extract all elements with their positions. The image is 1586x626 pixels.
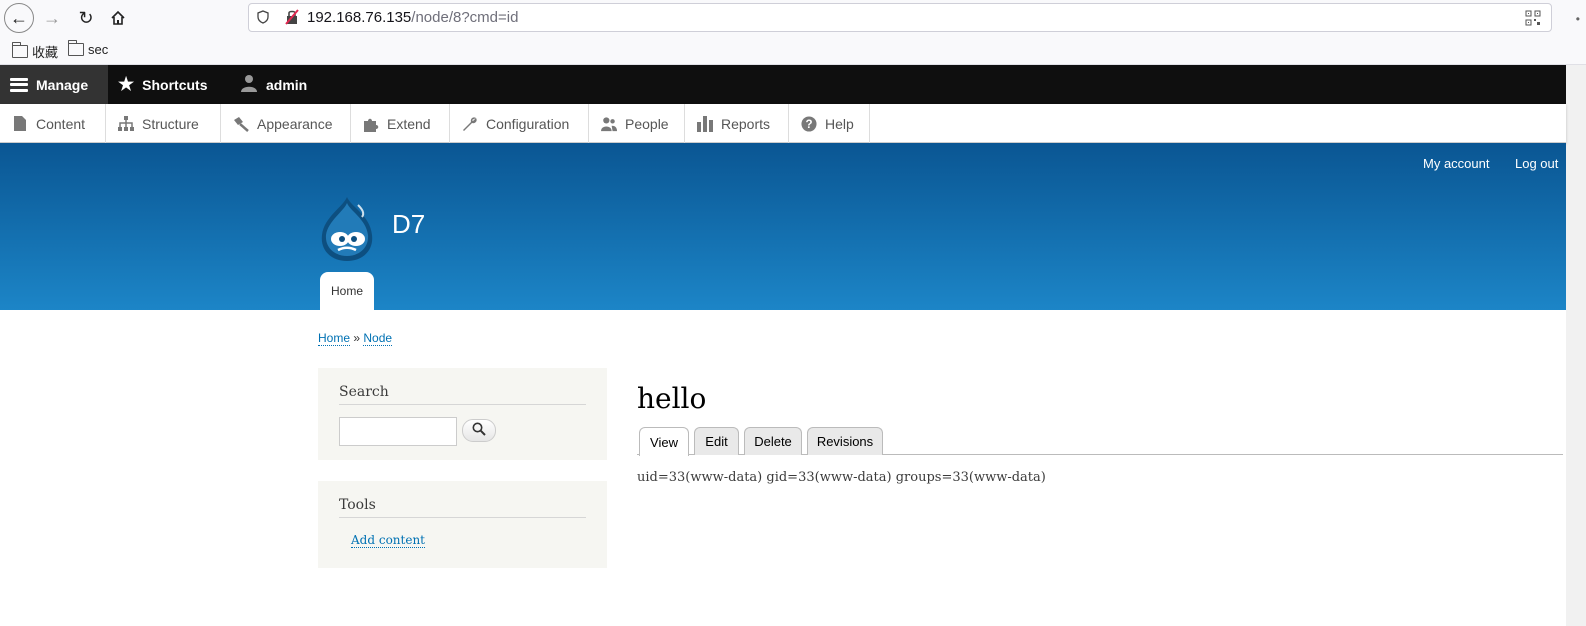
page-title: hello: [637, 382, 707, 415]
tab-delete[interactable]: Delete: [744, 427, 802, 455]
tray-item-label: People: [625, 115, 669, 132]
node-tabs: View Edit Delete Revisions: [637, 427, 1563, 456]
bar-chart-icon: [697, 115, 713, 132]
tools-block-title: Tools: [339, 481, 586, 518]
tray-item-label: Content: [36, 115, 86, 132]
help-icon: ?: [801, 115, 817, 132]
breadcrumb-separator: »: [353, 331, 361, 345]
tray-item-reports[interactable]: Reports: [685, 104, 789, 143]
tray-item-label: Structure: [142, 115, 199, 132]
toolbar-user[interactable]: admin: [230, 65, 317, 104]
overflow-dot-icon[interactable]: •: [1576, 12, 1580, 26]
node-body: uid=33(www-data) gid=33(www-data) groups…: [637, 470, 1046, 485]
search-block: Search: [318, 368, 607, 460]
url-text: 192.168.76.135/node/8?cmd=id: [307, 9, 518, 26]
home-icon[interactable]: [104, 4, 132, 32]
my-account-link[interactable]: My account: [1423, 156, 1489, 171]
star-icon: ★: [118, 74, 135, 94]
site-name[interactable]: D7: [392, 209, 425, 240]
main-menu-home-label: Home: [330, 284, 363, 298]
sitemap-icon: [118, 116, 134, 132]
tools-block: Tools Add content: [318, 481, 607, 568]
tab-label: Edit: [705, 434, 728, 449]
tray-item-label: Reports: [721, 115, 771, 132]
back-arrow-icon[interactable]: ←: [4, 3, 34, 33]
page-scrollbar[interactable]: [1566, 65, 1586, 626]
tab-revisions[interactable]: Revisions: [807, 427, 883, 455]
tray-item-structure[interactable]: Structure: [106, 104, 221, 143]
paint-roller-icon: [233, 116, 249, 132]
toolbar-shortcuts-label: Shortcuts: [142, 76, 208, 93]
people-icon: [601, 116, 617, 132]
qr-code-icon[interactable]: [1525, 10, 1541, 26]
breadcrumb-node-link[interactable]: Node: [363, 331, 393, 346]
search-icon: [472, 422, 486, 439]
tray-item-content[interactable]: Content: [0, 104, 106, 143]
add-content-link[interactable]: Add content: [351, 533, 425, 548]
tab-view[interactable]: View: [639, 427, 689, 456]
toolbar-manage-label: Manage: [36, 76, 89, 93]
bookmark-label: 收藏: [32, 45, 59, 60]
tab-label: Delete: [754, 434, 792, 449]
search-button[interactable]: [462, 419, 496, 442]
search-input[interactable]: [339, 417, 457, 446]
site-header: My account Log out D7 Home: [0, 143, 1566, 310]
bookmark-folder[interactable]: 收藏: [11, 42, 59, 61]
hamburger-icon: [10, 77, 28, 92]
tray-item-people[interactable]: People: [589, 104, 685, 143]
tray-item-label: Help: [825, 115, 854, 132]
admin-toolbar: Manage ★ Shortcuts admin: [0, 65, 1566, 104]
address-bar[interactable]: 192.168.76.135/node/8?cmd=id: [248, 3, 1552, 32]
bookmark-label: sec: [88, 42, 109, 57]
folder-icon: [11, 42, 28, 58]
tray-item-help[interactable]: ? Help: [789, 104, 870, 143]
tab-label: View: [650, 434, 678, 450]
tray-item-label: Extend: [387, 115, 431, 132]
tray-item-label: Appearance: [257, 115, 333, 132]
main-menu-home[interactable]: Home: [320, 272, 374, 310]
svg-text:?: ?: [805, 119, 812, 131]
drupal-logo[interactable]: [318, 195, 376, 261]
bookmark-folder[interactable]: sec: [67, 40, 109, 57]
bookmarks-bar: 收藏 sec: [0, 36, 1586, 65]
toolbar-shortcuts[interactable]: ★ Shortcuts: [108, 65, 217, 104]
puzzle-icon: [363, 116, 379, 132]
log-out-link[interactable]: Log out: [1515, 156, 1558, 171]
toolbar-manage[interactable]: Manage: [0, 65, 108, 104]
user-icon: [240, 74, 258, 95]
file-icon: [12, 116, 28, 132]
url-host: 192.168.76.135: [307, 9, 412, 26]
url-path: /node/8?cmd=id: [411, 9, 519, 26]
tray-item-extend[interactable]: Extend: [351, 104, 450, 143]
tray-item-label: Configuration: [486, 115, 570, 132]
toolbar-user-label: admin: [266, 76, 308, 93]
wrench-icon: [462, 116, 478, 132]
tab-edit[interactable]: Edit: [694, 427, 739, 455]
reload-icon[interactable]: ↻: [72, 4, 100, 32]
shield-icon[interactable]: [257, 10, 269, 27]
folder-icon: [67, 40, 84, 56]
tray-item-appearance[interactable]: Appearance: [221, 104, 351, 143]
tab-label: Revisions: [816, 434, 874, 449]
tray-item-configuration[interactable]: Configuration: [450, 104, 589, 143]
browser-toolbar: ← → ↻ 192.168.76.135/node/8?cmd=id •: [0, 0, 1586, 36]
insecure-lock-icon[interactable]: [285, 9, 299, 25]
admin-tray: Content Structure Appearance Extend Conf…: [0, 104, 1566, 143]
breadcrumb-home-link[interactable]: Home: [318, 331, 351, 346]
forward-arrow-icon[interactable]: →: [38, 4, 66, 32]
search-block-title: Search: [339, 368, 586, 405]
breadcrumb: Home » Node: [318, 331, 393, 346]
